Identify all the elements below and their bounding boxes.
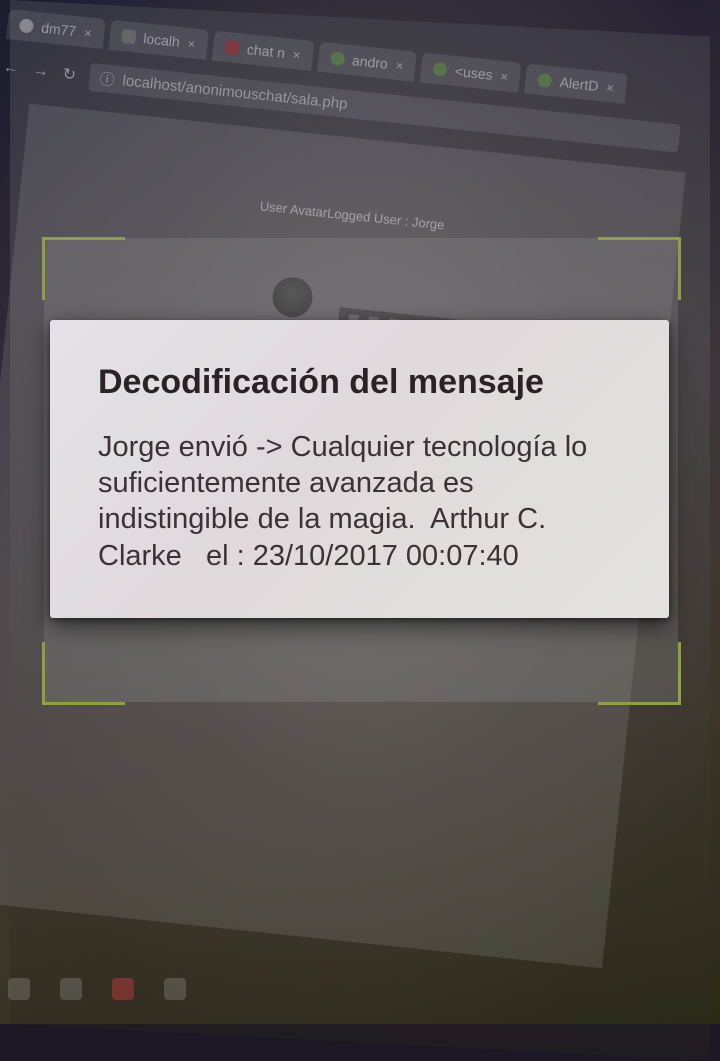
tab-label: andro [351,52,389,72]
back-arrow-icon: ← [2,58,20,78]
tab-label: dm77 [40,19,78,40]
desktop-taskbar [0,954,720,1024]
tab-label: localh [142,30,181,50]
close-icon: × [394,57,405,73]
close-icon: × [292,46,302,63]
viewfinder-corner [598,642,681,705]
tab-label: chat n [246,41,286,62]
windows-icon [8,978,30,1000]
close-icon: × [499,68,509,84]
github-icon [18,18,35,34]
close-icon: × [605,79,615,96]
dialog-message: Jorge envió -> Cualquier tecnología lo s… [98,430,596,572]
browser-tab: andro × [316,41,417,82]
url-text: localhost/anonimouschat/sala.php [121,71,349,113]
xampp-icon [224,39,240,56]
dialog-title: Decodificación del mensaje [98,363,544,401]
android-icon [537,72,553,89]
tab-label: AlertD [558,74,600,94]
browser-tab: localh × [108,19,209,60]
chrome-icon [60,978,82,1000]
browser-tab: AlertD × [524,63,628,104]
browser-tab: chat n × [211,30,314,71]
folder-icon [164,978,186,1000]
close-icon: × [186,35,197,52]
forward-arrow-icon: → [31,61,50,81]
viewfinder-corner [598,237,681,300]
page-icon [120,28,137,45]
android-icon [432,61,448,78]
android-icon [329,50,345,67]
viewfinder-corner [42,642,125,705]
viewfinder-corner [42,237,125,300]
xampp-icon [112,978,134,1000]
tab-label: <uses [454,62,494,83]
decoded-message-dialog: Decodificación del mensaje Jorge envió -… [50,320,669,618]
logged-user-line: User AvatarLogged User : Jorge [259,198,446,233]
browser-tab: <uses × [419,52,522,93]
info-icon: ⓘ [98,70,116,89]
close-icon: × [83,24,93,41]
reload-icon: ↻ [61,65,77,85]
browser-tab: dm77 × [5,9,106,49]
